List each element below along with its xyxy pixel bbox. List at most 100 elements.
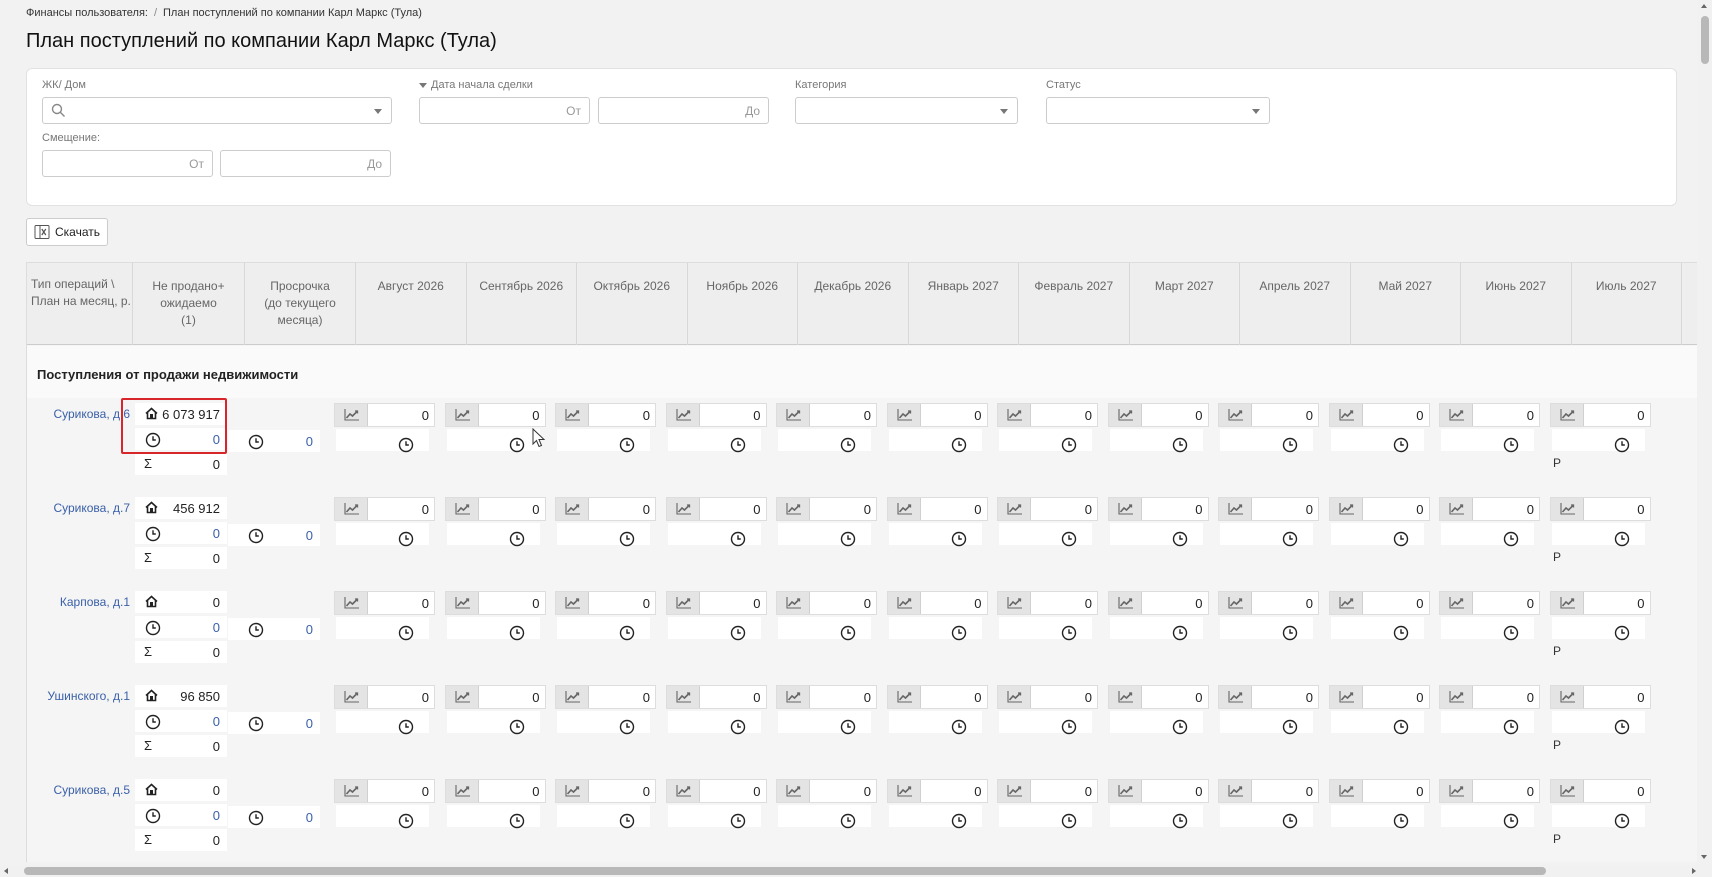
vertical-scrollbar[interactable] (1697, 0, 1712, 865)
month-plan-input[interactable]: 0 (1328, 591, 1430, 615)
chart-icon[interactable] (335, 404, 368, 426)
month-expected-cell[interactable] (888, 711, 982, 735)
chart-icon[interactable] (1329, 498, 1363, 520)
property-link[interactable]: Сурикова, д.7 (27, 501, 130, 515)
month-expected-cell[interactable] (1551, 429, 1645, 453)
month-plan-input[interactable]: 0 (1107, 591, 1209, 615)
month-expected-cell[interactable] (778, 711, 871, 735)
chart-icon[interactable] (1329, 686, 1363, 708)
chart-icon[interactable] (1329, 780, 1363, 802)
month-plan-input[interactable]: 0 (1218, 497, 1319, 521)
chart-icon[interactable] (1440, 498, 1473, 520)
chart-icon[interactable] (1440, 686, 1473, 708)
property-link[interactable]: Карпова, д.1 (27, 595, 130, 609)
chart-icon[interactable] (1550, 686, 1584, 708)
chart-icon[interactable] (1550, 404, 1584, 426)
chart-icon[interactable] (666, 498, 700, 520)
chart-icon[interactable] (666, 404, 700, 426)
month-expected-cell[interactable] (336, 711, 429, 735)
month-expected-cell[interactable] (1220, 523, 1313, 547)
month-expected-cell[interactable] (1441, 805, 1534, 829)
chart-icon[interactable] (666, 592, 700, 614)
month-expected-cell[interactable] (667, 711, 761, 735)
chart-icon[interactable] (556, 686, 589, 708)
month-plan-input[interactable]: 0 (776, 497, 877, 521)
chart-icon[interactable] (1108, 498, 1142, 520)
month-expected-cell[interactable] (446, 523, 540, 547)
month-plan-input[interactable]: 0 (776, 685, 877, 709)
month-expected-cell[interactable] (999, 711, 1092, 735)
month-plan-input[interactable]: 0 (334, 685, 435, 709)
month-plan-input[interactable]: 0 (997, 403, 1098, 427)
month-plan-input[interactable]: 0 (776, 779, 877, 803)
chart-icon[interactable] (998, 686, 1031, 708)
month-plan-input[interactable]: 0 (665, 497, 767, 521)
month-expected-cell[interactable] (446, 805, 540, 829)
overdue-cell[interactable]: 0 (228, 618, 320, 640)
chart-icon[interactable] (777, 686, 810, 708)
chart-icon[interactable] (1108, 780, 1142, 802)
month-plan-input[interactable]: 0 (1549, 685, 1651, 709)
month-plan-input[interactable]: 0 (555, 685, 656, 709)
chart-icon[interactable] (445, 780, 479, 802)
month-expected-cell[interactable] (888, 805, 982, 829)
month-expected-cell[interactable] (888, 523, 982, 547)
month-plan-input[interactable]: 0 (555, 497, 656, 521)
month-expected-cell[interactable] (667, 523, 761, 547)
month-expected-cell[interactable] (1220, 805, 1313, 829)
chart-icon[interactable] (556, 592, 589, 614)
month-expected-cell[interactable] (557, 429, 650, 453)
month-expected-cell[interactable] (1330, 711, 1424, 735)
month-expected-cell[interactable] (1441, 711, 1534, 735)
chart-icon[interactable] (887, 592, 921, 614)
month-plan-input[interactable]: 0 (1107, 497, 1209, 521)
month-plan-input[interactable]: 0 (1549, 403, 1651, 427)
month-plan-input[interactable]: 0 (776, 403, 877, 427)
chart-icon[interactable] (335, 592, 368, 614)
month-plan-input[interactable]: 0 (1107, 779, 1209, 803)
unsold-cell[interactable]: 96 850 (135, 685, 227, 707)
month-expected-cell[interactable] (667, 617, 761, 641)
expected-cell[interactable]: 0 (135, 616, 227, 638)
chart-icon[interactable] (998, 592, 1031, 614)
deal-start-label[interactable]: Дата начала сделки (419, 79, 533, 91)
month-expected-cell[interactable] (1551, 523, 1645, 547)
month-plan-input[interactable]: 0 (886, 685, 988, 709)
month-expected-cell[interactable] (888, 617, 982, 641)
month-plan-input[interactable]: 0 (886, 779, 988, 803)
month-expected-cell[interactable] (1441, 617, 1534, 641)
month-expected-cell[interactable] (1109, 711, 1203, 735)
scroll-down-arrow[interactable] (1701, 855, 1707, 859)
month-plan-input[interactable]: 0 (1439, 779, 1540, 803)
chart-icon[interactable] (887, 498, 921, 520)
unsold-cell[interactable]: 456 912 (135, 497, 227, 519)
month-plan-input[interactable]: 0 (444, 685, 546, 709)
month-plan-input[interactable]: 0 (1549, 591, 1651, 615)
chart-icon[interactable] (1219, 404, 1252, 426)
chart-icon[interactable] (1108, 592, 1142, 614)
month-plan-input[interactable]: 0 (1439, 403, 1540, 427)
month-plan-input[interactable]: 0 (444, 497, 546, 521)
month-plan-input[interactable]: 0 (1328, 685, 1430, 709)
complex-select[interactable] (42, 97, 392, 124)
chart-icon[interactable] (1108, 404, 1142, 426)
chart-icon[interactable] (1329, 592, 1363, 614)
unsold-cell[interactable]: 0 (135, 591, 227, 613)
month-expected-cell[interactable] (1220, 711, 1313, 735)
month-plan-input[interactable]: 0 (665, 685, 767, 709)
month-plan-input[interactable]: 0 (1328, 497, 1430, 521)
month-expected-cell[interactable] (336, 617, 429, 641)
chart-icon[interactable] (1550, 780, 1584, 802)
month-expected-cell[interactable] (446, 617, 540, 641)
month-expected-cell[interactable] (778, 429, 871, 453)
month-plan-input[interactable]: 0 (334, 497, 435, 521)
overdue-cell[interactable]: 0 (228, 806, 320, 828)
chart-icon[interactable] (1219, 592, 1252, 614)
chart-icon[interactable] (666, 780, 700, 802)
chart-icon[interactable] (1440, 780, 1473, 802)
month-expected-cell[interactable] (557, 805, 650, 829)
horizontal-scrollbar[interactable] (0, 865, 1712, 877)
month-plan-input[interactable]: 0 (1218, 685, 1319, 709)
month-expected-cell[interactable] (1109, 617, 1203, 641)
month-expected-cell[interactable] (446, 429, 540, 453)
